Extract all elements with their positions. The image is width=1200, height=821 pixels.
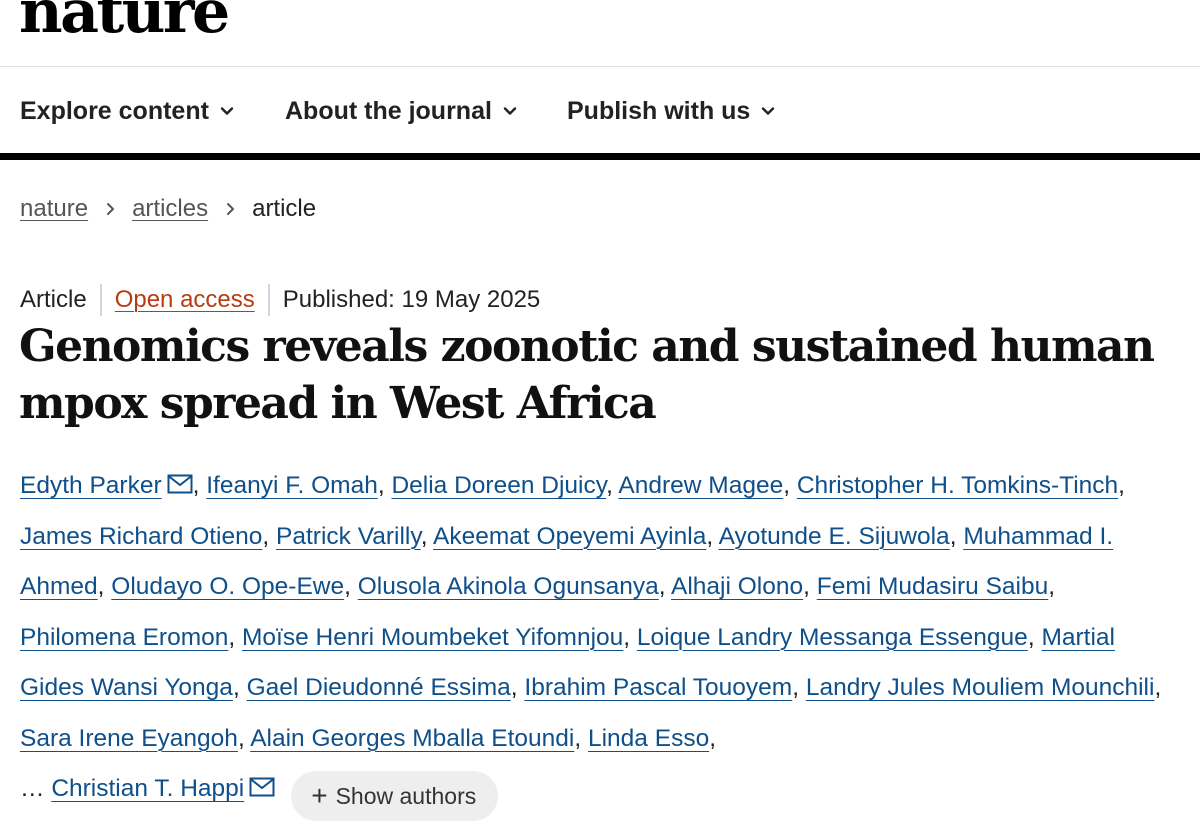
author-link[interactable]: Akeemat Opeyemi Ayinla: [433, 523, 706, 550]
nav-item-label: Explore content: [20, 97, 209, 125]
article-meta: Article Open access Published: 19 May 20…: [20, 284, 540, 316]
author-link[interactable]: Sara Irene Eyangoh: [20, 725, 238, 752]
author-link[interactable]: Alhaji Olono: [671, 573, 803, 600]
author-link[interactable]: Moïse Henri Moumbeket Yifomnjou: [242, 624, 623, 651]
published-date: Published: 19 May 2025: [282, 286, 541, 313]
author-link[interactable]: Oludayo O. Ope-Ewe: [111, 573, 344, 600]
author-link[interactable]: Ibrahim Pascal Touoyem: [524, 674, 792, 701]
nav-publish-with-us[interactable]: Publish with us: [567, 97, 776, 126]
author-link[interactable]: Landry Jules Mouliem Mounchili: [806, 674, 1155, 701]
breadcrumb-articles[interactable]: articles: [132, 195, 208, 223]
open-access-link[interactable]: Open access: [115, 286, 255, 314]
article-type: Article: [20, 286, 87, 313]
author-link[interactable]: Ifeanyi F. Omah: [206, 472, 378, 499]
author-link[interactable]: Femi Mudasiru Saibu: [817, 573, 1048, 600]
nature-logo[interactable]: nature: [19, 0, 230, 42]
author-link[interactable]: Loique Landry Messanga Essengue: [637, 624, 1028, 651]
author-link-last[interactable]: Christian T. Happi: [51, 775, 244, 802]
author-link[interactable]: Delia Doreen Djuicy: [391, 472, 606, 499]
mail-icon[interactable]: [249, 777, 275, 797]
main-nav: Explore content About the journal Publis…: [0, 67, 1200, 160]
nav-item-label: About the journal: [285, 97, 492, 125]
show-authors-label: Show authors: [335, 782, 477, 809]
chevron-right-icon: [227, 203, 235, 215]
mail-icon[interactable]: [167, 474, 193, 494]
site-header: nature: [0, 0, 1200, 67]
nav-explore-content[interactable]: Explore content: [20, 97, 235, 126]
article-title: Genomics reveals zoonotic and sustained …: [19, 321, 1155, 429]
nav-about-journal[interactable]: About the journal: [285, 97, 518, 126]
nav-item-label: Publish with us: [567, 97, 751, 125]
chevron-down-icon: [220, 106, 234, 115]
author-link[interactable]: Edyth Parker: [20, 472, 162, 499]
plus-icon: +: [311, 780, 328, 811]
author-link[interactable]: Gael Dieudonné Essima: [247, 674, 511, 701]
author-ellipsis: …: [20, 775, 45, 802]
breadcrumb-current: article: [252, 195, 317, 222]
author-link[interactable]: Christopher H. Tomkins-Tinch: [797, 472, 1118, 499]
author-link[interactable]: James Richard Otieno: [20, 523, 262, 550]
author-link[interactable]: Olusola Akinola Ogunsanya: [358, 573, 659, 600]
chevron-right-icon: [107, 203, 115, 215]
author-link[interactable]: Ayotunde E. Sijuwola: [719, 523, 950, 550]
chevron-down-icon: [762, 106, 775, 115]
meta-divider: [267, 284, 270, 316]
chevron-down-icon: [503, 106, 517, 115]
author-link[interactable]: Alain Georges Mballa Etoundi: [250, 725, 574, 752]
author-link[interactable]: Philomena Eromon: [20, 624, 228, 651]
author-list: Edyth Parker, Ifeanyi F. Omah, Delia Dor…: [20, 461, 1170, 821]
breadcrumb: nature articles article: [20, 195, 316, 223]
show-authors-button[interactable]: + Show authors: [291, 771, 499, 821]
author-link[interactable]: Linda Esso: [588, 725, 709, 752]
meta-divider: [99, 284, 102, 316]
author-link[interactable]: Andrew Magee: [618, 472, 783, 499]
author-link[interactable]: Patrick Varilly: [276, 523, 421, 550]
breadcrumb-nature[interactable]: nature: [20, 195, 88, 223]
